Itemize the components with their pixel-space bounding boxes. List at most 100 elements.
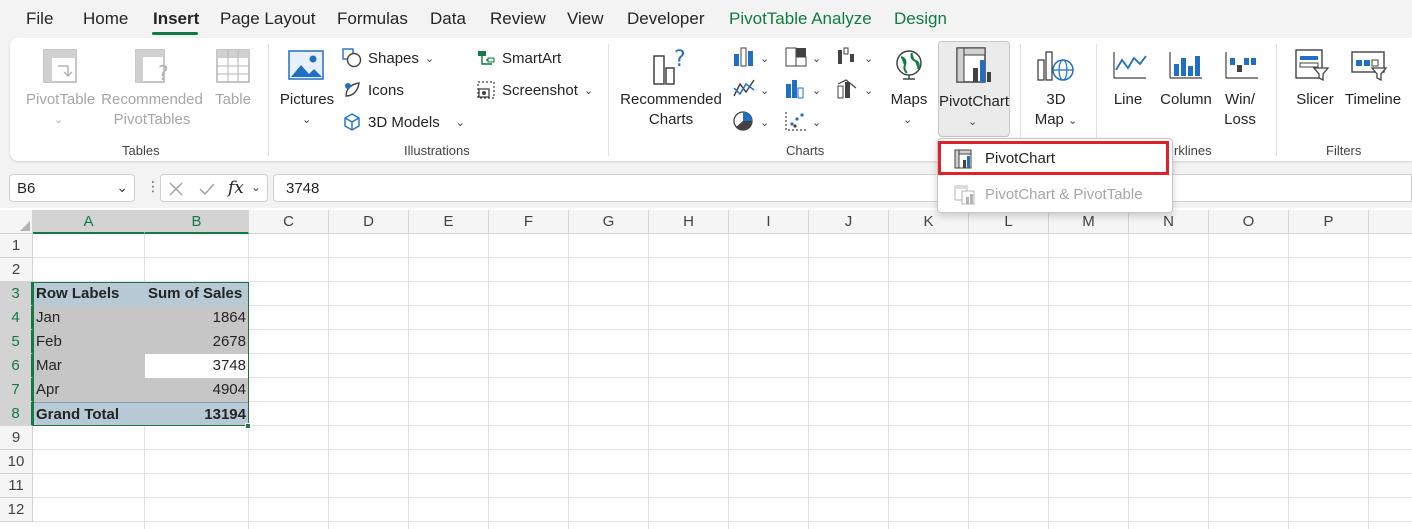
column-header-p[interactable]: P — [1289, 210, 1369, 234]
column-header-m[interactable]: M — [1049, 210, 1129, 234]
formula-input[interactable]: 3748 — [273, 174, 1412, 202]
pivot-header-sum-of-sales[interactable]: Sum of Sales — [145, 282, 249, 306]
pivot-row-value[interactable]: 1864 — [145, 306, 249, 330]
column-header-q[interactable]: Q — [1369, 210, 1412, 234]
pivot-row-label[interactable]: Apr — [33, 378, 145, 402]
column-header-b[interactable]: B — [145, 210, 249, 234]
menu-home[interactable]: Home — [83, 9, 128, 29]
row-header-5[interactable]: 5 — [0, 330, 33, 354]
row-header-1[interactable]: 1 — [0, 234, 33, 258]
recommended-charts-button[interactable]: Recommended Charts — [618, 90, 724, 130]
row-header-2[interactable]: 2 — [0, 258, 33, 282]
column-header-i[interactable]: I — [729, 210, 809, 234]
pivot-header-row-labels[interactable]: Row Labels ▾ — [33, 282, 177, 306]
statistic-chart-icon[interactable]: ⌄ — [784, 78, 824, 105]
pivottable-chevron-icon[interactable]: ⌄ — [54, 110, 63, 130]
menu-page-layout[interactable]: Page Layout — [220, 9, 315, 29]
column-header-l[interactable]: L — [969, 210, 1049, 234]
shapes-button[interactable]: Shapes ⌄ — [342, 48, 434, 68]
table-button[interactable]: Table — [210, 90, 256, 110]
menu-data[interactable]: Data — [430, 9, 466, 29]
fill-handle[interactable] — [245, 423, 251, 429]
icons-icon — [345, 82, 360, 97]
menu-item-pivotchart[interactable]: PivotChart — [938, 142, 1174, 175]
screenshot-button[interactable]: Screenshot ⌄ — [476, 80, 593, 100]
row-header-8[interactable]: 8 — [0, 402, 33, 426]
row-header-12[interactable]: 12 — [0, 498, 33, 522]
sparkline-winloss-button[interactable]: Win/ Loss — [1220, 90, 1260, 130]
column-header-a[interactable]: A — [33, 210, 145, 234]
3d-map-button[interactable]: 3D Map ⌄ — [1028, 90, 1084, 131]
menu-formulas[interactable]: Formulas — [337, 9, 408, 29]
pictures-chevron-icon[interactable]: ⌄ — [302, 110, 311, 130]
pivottable-button[interactable]: PivotTable — [26, 90, 95, 110]
select-all-corner[interactable] — [0, 210, 33, 234]
maps-button[interactable]: Maps — [886, 90, 932, 110]
row-header-11[interactable]: 11 — [0, 474, 33, 498]
row-header-7[interactable]: 7 — [0, 378, 33, 402]
insert-function-icon[interactable]: fx — [228, 178, 244, 198]
column-chart-icon[interactable]: ⌄ — [732, 46, 772, 73]
recommended-pivottables-button[interactable]: Recommended PivotTables — [100, 90, 204, 130]
waterfall-chart-icon[interactable]: ⌄ — [836, 46, 876, 73]
pivot-row-value[interactable]: 4904 — [145, 378, 249, 402]
recommended-pivottables-label-1: Recommended — [101, 91, 203, 108]
menu-review[interactable]: Review — [490, 9, 546, 29]
row-header-6[interactable]: 6 — [0, 354, 33, 378]
3d-map-icon — [1036, 48, 1076, 89]
enter-check-icon[interactable] — [198, 181, 216, 197]
hierarchy-chart-icon[interactable]: ⌄ — [784, 46, 824, 73]
row-header-3[interactable]: 3 — [0, 282, 33, 306]
active-tab-indicator — [152, 32, 198, 35]
icons-button[interactable]: Icons — [342, 80, 404, 100]
column-header-n[interactable]: N — [1129, 210, 1209, 234]
row-header-9[interactable]: 9 — [0, 426, 33, 450]
pictures-button[interactable]: Pictures — [278, 90, 336, 110]
slicer-button[interactable]: Slicer — [1290, 90, 1340, 110]
pivot-row-label[interactable]: Mar — [33, 354, 145, 378]
scatter-chart-icon[interactable]: ⌄ — [784, 110, 824, 137]
pivotchart-chevron-icon[interactable]: ⌄ — [968, 112, 977, 132]
timeline-button[interactable]: Timeline — [1340, 90, 1406, 110]
row-header-4[interactable]: 4 — [0, 306, 33, 330]
combo-chart-icon[interactable]: ⌄ — [836, 78, 876, 105]
column-header-e[interactable]: E — [409, 210, 489, 234]
name-box[interactable]: B6 ⌄ — [9, 174, 135, 202]
gridline — [888, 234, 889, 529]
menu-pivottable-analyze[interactable]: PivotTable Analyze — [729, 9, 872, 29]
menu-insert[interactable]: Insert — [153, 9, 199, 29]
column-header-h[interactable]: H — [649, 210, 729, 234]
pivot-row-value[interactable]: 2678 — [145, 330, 249, 354]
column-header-g[interactable]: G — [569, 210, 649, 234]
menu-file[interactable]: File — [26, 9, 53, 29]
pie-chart-icon[interactable]: ⌄ — [732, 110, 772, 137]
pivot-row-label[interactable]: Feb — [33, 330, 145, 354]
3d-models-button[interactable]: 3D Models ⌄ — [342, 112, 465, 132]
line-chart-icon[interactable]: ⌄ — [732, 78, 772, 105]
sparkline-line-button[interactable]: Line — [1108, 90, 1148, 110]
column-header-j[interactable]: J — [809, 210, 889, 234]
menu-design[interactable]: Design — [894, 9, 947, 29]
pivot-grand-total-label[interactable]: Grand Total — [33, 402, 145, 426]
menu-item-pivotchart-and-pivottable[interactable]: PivotChart & PivotTable — [938, 178, 1174, 211]
3d-map-label-1: 3D — [1046, 91, 1066, 108]
smartart-button[interactable]: SmartArt — [476, 48, 561, 68]
column-header-k[interactable]: K — [889, 210, 969, 234]
column-header-c[interactable]: C — [249, 210, 329, 234]
pivot-row-label[interactable]: Jan — [33, 306, 145, 330]
pivot-grand-total-value[interactable]: 13194 — [145, 402, 249, 426]
pivotchart-icon — [955, 46, 993, 91]
column-header-o[interactable]: O — [1209, 210, 1289, 234]
maps-chevron-icon[interactable]: ⌄ — [903, 110, 912, 130]
column-header-f[interactable]: F — [489, 210, 569, 234]
name-box-chevron-icon[interactable]: ⌄ — [116, 179, 128, 196]
sparkline-column-button[interactable]: Column — [1156, 90, 1216, 110]
fx-chevron-icon[interactable]: ⌄ — [251, 180, 261, 194]
more-options-icon[interactable]: ⋮ — [146, 178, 160, 195]
column-header-d[interactable]: D — [329, 210, 409, 234]
cancel-icon[interactable] — [168, 181, 184, 197]
row-header-10[interactable]: 10 — [0, 450, 33, 474]
menu-view[interactable]: View — [567, 9, 604, 29]
menu-developer[interactable]: Developer — [627, 9, 705, 29]
active-cell-b6[interactable]: 3748 — [145, 354, 249, 378]
